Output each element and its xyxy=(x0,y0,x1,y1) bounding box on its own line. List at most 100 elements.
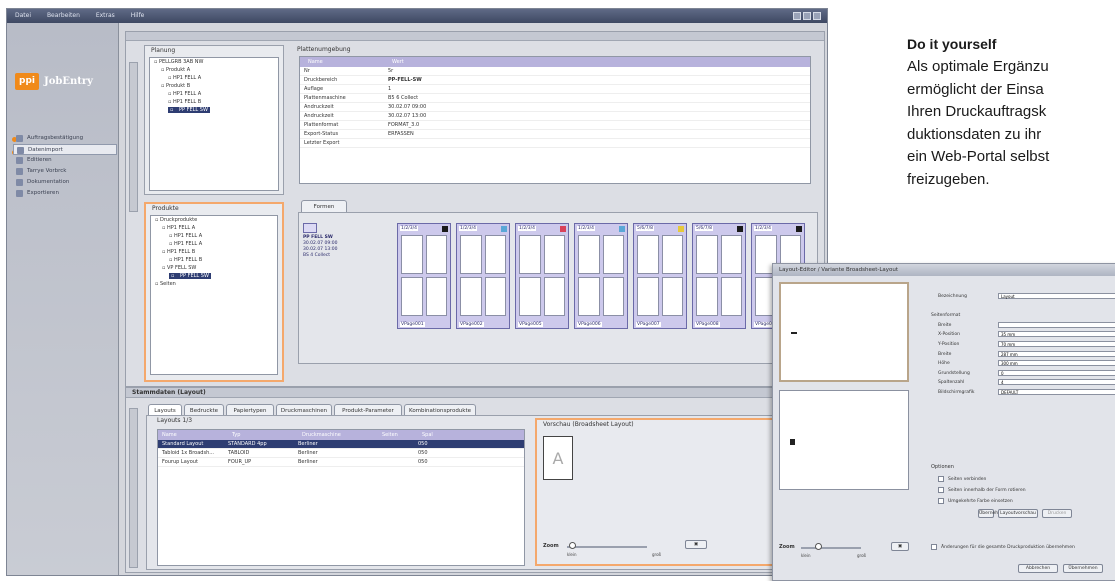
page-thumbnail[interactable] xyxy=(543,277,565,316)
page-thumbnail[interactable] xyxy=(425,277,447,316)
page-thumbnail[interactable] xyxy=(602,235,624,274)
zoom-slider[interactable] xyxy=(567,546,647,548)
properties-row[interactable]: Letzter Export xyxy=(300,139,810,148)
planung-tree[interactable]: ▫ PELLGRB 3AB NW ▫ Produkt A ▫ HP1 FELL A ▫… xyxy=(149,57,279,191)
dialog-cancel-button[interactable]: Abbrechen xyxy=(1018,564,1058,573)
tree-item[interactable]: ▫ HP1 FELL A xyxy=(151,240,277,248)
form-sheet[interactable]: 1/2/3/4 VPage002 xyxy=(456,223,510,329)
page-thumbnail[interactable] xyxy=(425,235,447,274)
tree-item[interactable]: ▫ HP1 FELL A xyxy=(151,224,277,232)
page-thumbnail[interactable] xyxy=(661,235,683,274)
menu-item-edit[interactable]: Bearbeiten xyxy=(47,12,80,19)
produkte-tree[interactable]: ▫ Druckprodukte ▫ HP1 FELL A ▫ HP1 FELL A ▫… xyxy=(150,215,278,375)
collapse-strip[interactable] xyxy=(129,62,138,212)
tree-item[interactable]: ▫ PP FELL SW xyxy=(151,272,277,280)
sidebar-item-import[interactable]: Datenimport xyxy=(13,144,117,155)
form-sheet[interactable]: 1/2/3/4 VPage006 xyxy=(574,223,628,329)
properties-row[interactable]: Andruckzeit 30.02.07 13:00 xyxy=(300,112,810,121)
dialog-mid-button-print[interactable]: Drucken xyxy=(1042,509,1072,518)
page-thumbnail[interactable] xyxy=(661,277,683,316)
tree-item[interactable]: ▫ HP1 FELL A xyxy=(151,232,277,240)
dialog-field[interactable]: DEFAULT xyxy=(998,389,1115,395)
dialog-field[interactable]: 70 mm xyxy=(998,341,1115,347)
page-thumbnail[interactable] xyxy=(460,277,482,316)
collapse-strip[interactable] xyxy=(129,408,138,568)
option-checkbox[interactable] xyxy=(938,476,944,482)
table-row[interactable]: Fourup Layout FOUR_UP Berliner 050 xyxy=(158,458,524,467)
sidebar-item-export[interactable]: Exportieren xyxy=(13,188,117,199)
dialog-zoom-knob[interactable] xyxy=(815,543,822,550)
page-thumbnail[interactable] xyxy=(720,277,742,316)
page-thumbnail[interactable] xyxy=(484,235,506,274)
page-thumbnail[interactable] xyxy=(696,277,718,316)
tree-item[interactable]: ▫ Druckprodukte xyxy=(151,216,277,224)
page-thumbnail[interactable] xyxy=(637,235,659,274)
properties-row[interactable]: Plattenmaschine B5 6 Collect xyxy=(300,94,810,103)
apply-all-checkbox[interactable] xyxy=(931,544,937,550)
tree-item[interactable]: ▫ HP1 FELL A xyxy=(150,90,278,98)
page-thumbnail[interactable] xyxy=(696,235,718,274)
properties-row[interactable]: Export-Status ERFASSEN xyxy=(300,130,810,139)
sidebar-item-preview[interactable]: Tarrye Vorbrck xyxy=(13,166,117,177)
page-thumbnail[interactable] xyxy=(484,277,506,316)
tree-item[interactable]: ▫ PELLGRB 3AB NW xyxy=(150,58,278,66)
sidebar-item-docs[interactable]: Dokumentation xyxy=(13,177,117,188)
minimize-button[interactable] xyxy=(793,12,801,20)
properties-table[interactable]: Name Wert Nr 5r Druckbereich PP-FELL-SW Aufla… xyxy=(299,56,811,184)
tree-item[interactable]: ▫ HP1 FELL B xyxy=(151,248,277,256)
dialog-zoom-slider[interactable] xyxy=(801,547,861,549)
form-sheet[interactable]: 5/6/7/8 VPage007 xyxy=(633,223,687,329)
properties-row[interactable]: Auflage 1 xyxy=(300,85,810,94)
tree-item[interactable]: ▫ Produkt A xyxy=(150,66,278,74)
layouts-table[interactable]: Name Typ Druckmaschine Seiten Spal Standard L… xyxy=(157,429,525,566)
properties-row[interactable]: Plattenformat FORMAT_3.0 xyxy=(300,121,810,130)
dialog-ok-button[interactable]: Übernehmen xyxy=(1063,564,1103,573)
page-thumbnail[interactable] xyxy=(602,277,624,316)
dialog-field[interactable] xyxy=(998,321,1115,328)
page-thumbnail[interactable] xyxy=(519,277,541,316)
tree-item[interactable]: ▫ PP FELL SW xyxy=(150,106,278,114)
tree-item[interactable]: ▫ Produkt B xyxy=(150,82,278,90)
dialog-field[interactable]: 287 mm xyxy=(998,350,1115,357)
menu-item-file[interactable]: Datei xyxy=(15,12,31,19)
page-thumbnail[interactable] xyxy=(401,277,423,316)
dialog-zoom-button[interactable]: ▣ xyxy=(891,542,909,551)
properties-row[interactable]: Nr 5r xyxy=(300,67,810,76)
dialog-mid-button-preview[interactable]: Layoutvorschau xyxy=(998,509,1038,518)
form-sheet[interactable]: 1/2/3/4 VPage001 xyxy=(397,223,451,329)
table-row[interactable]: Tabloid 1x Broadsh... TABLOID Berliner 050 xyxy=(158,449,524,458)
sidebar-item-edit[interactable]: Editieren xyxy=(13,155,117,166)
tree-item[interactable]: ▫ HP1 FELL A xyxy=(150,74,278,82)
page-thumbnail[interactable] xyxy=(720,235,742,274)
zoom-apply-button[interactable]: ▣ xyxy=(685,540,707,549)
dialog-field[interactable]: 35 mm xyxy=(998,331,1115,338)
zoom-slider-knob[interactable] xyxy=(569,542,576,549)
table-row[interactable]: Standard Layout STANDARD 4pp Berliner 050 xyxy=(158,440,524,449)
properties-row[interactable]: Druckbereich PP-FELL-SW xyxy=(300,76,810,85)
dialog-field[interactable]: 0 xyxy=(998,369,1115,376)
dialog-mid-button-apply[interactable]: Übernehmen xyxy=(978,509,1008,518)
page-thumbnail[interactable] xyxy=(401,235,423,274)
properties-row[interactable]: Andruckzeit 30.02.07 09:00 xyxy=(300,103,810,112)
tree-item[interactable]: ▫ HP1 FELL B xyxy=(151,256,277,264)
tab-formen[interactable]: Formen xyxy=(301,200,347,212)
option-checkbox[interactable] xyxy=(938,498,944,504)
page-thumbnail[interactable] xyxy=(519,235,541,274)
page-thumbnail[interactable] xyxy=(543,235,565,274)
menu-item-help[interactable]: Hilfe xyxy=(131,12,145,19)
dialog-field[interactable]: 4 xyxy=(998,379,1115,386)
form-sheet[interactable]: 5/6/7/8 VPage008 xyxy=(692,223,746,329)
tree-item[interactable]: ▫ HP1 FELL B xyxy=(150,98,278,106)
maximize-button[interactable] xyxy=(803,12,811,20)
page-thumbnail[interactable] xyxy=(578,235,600,274)
tree-item[interactable]: ▫ Seiten xyxy=(151,280,277,288)
close-button[interactable] xyxy=(813,12,821,20)
page-thumbnail[interactable] xyxy=(578,277,600,316)
page-thumbnail[interactable] xyxy=(637,277,659,316)
dialog-field[interactable]: Layout xyxy=(998,293,1115,299)
page-thumbnail[interactable] xyxy=(460,235,482,274)
menu-item-extras[interactable]: Extras xyxy=(96,12,115,19)
form-sheet[interactable]: 1/2/3/4 VPage005 xyxy=(515,223,569,329)
option-checkbox[interactable] xyxy=(938,487,944,493)
dialog-field[interactable]: 300 mm xyxy=(998,360,1115,367)
